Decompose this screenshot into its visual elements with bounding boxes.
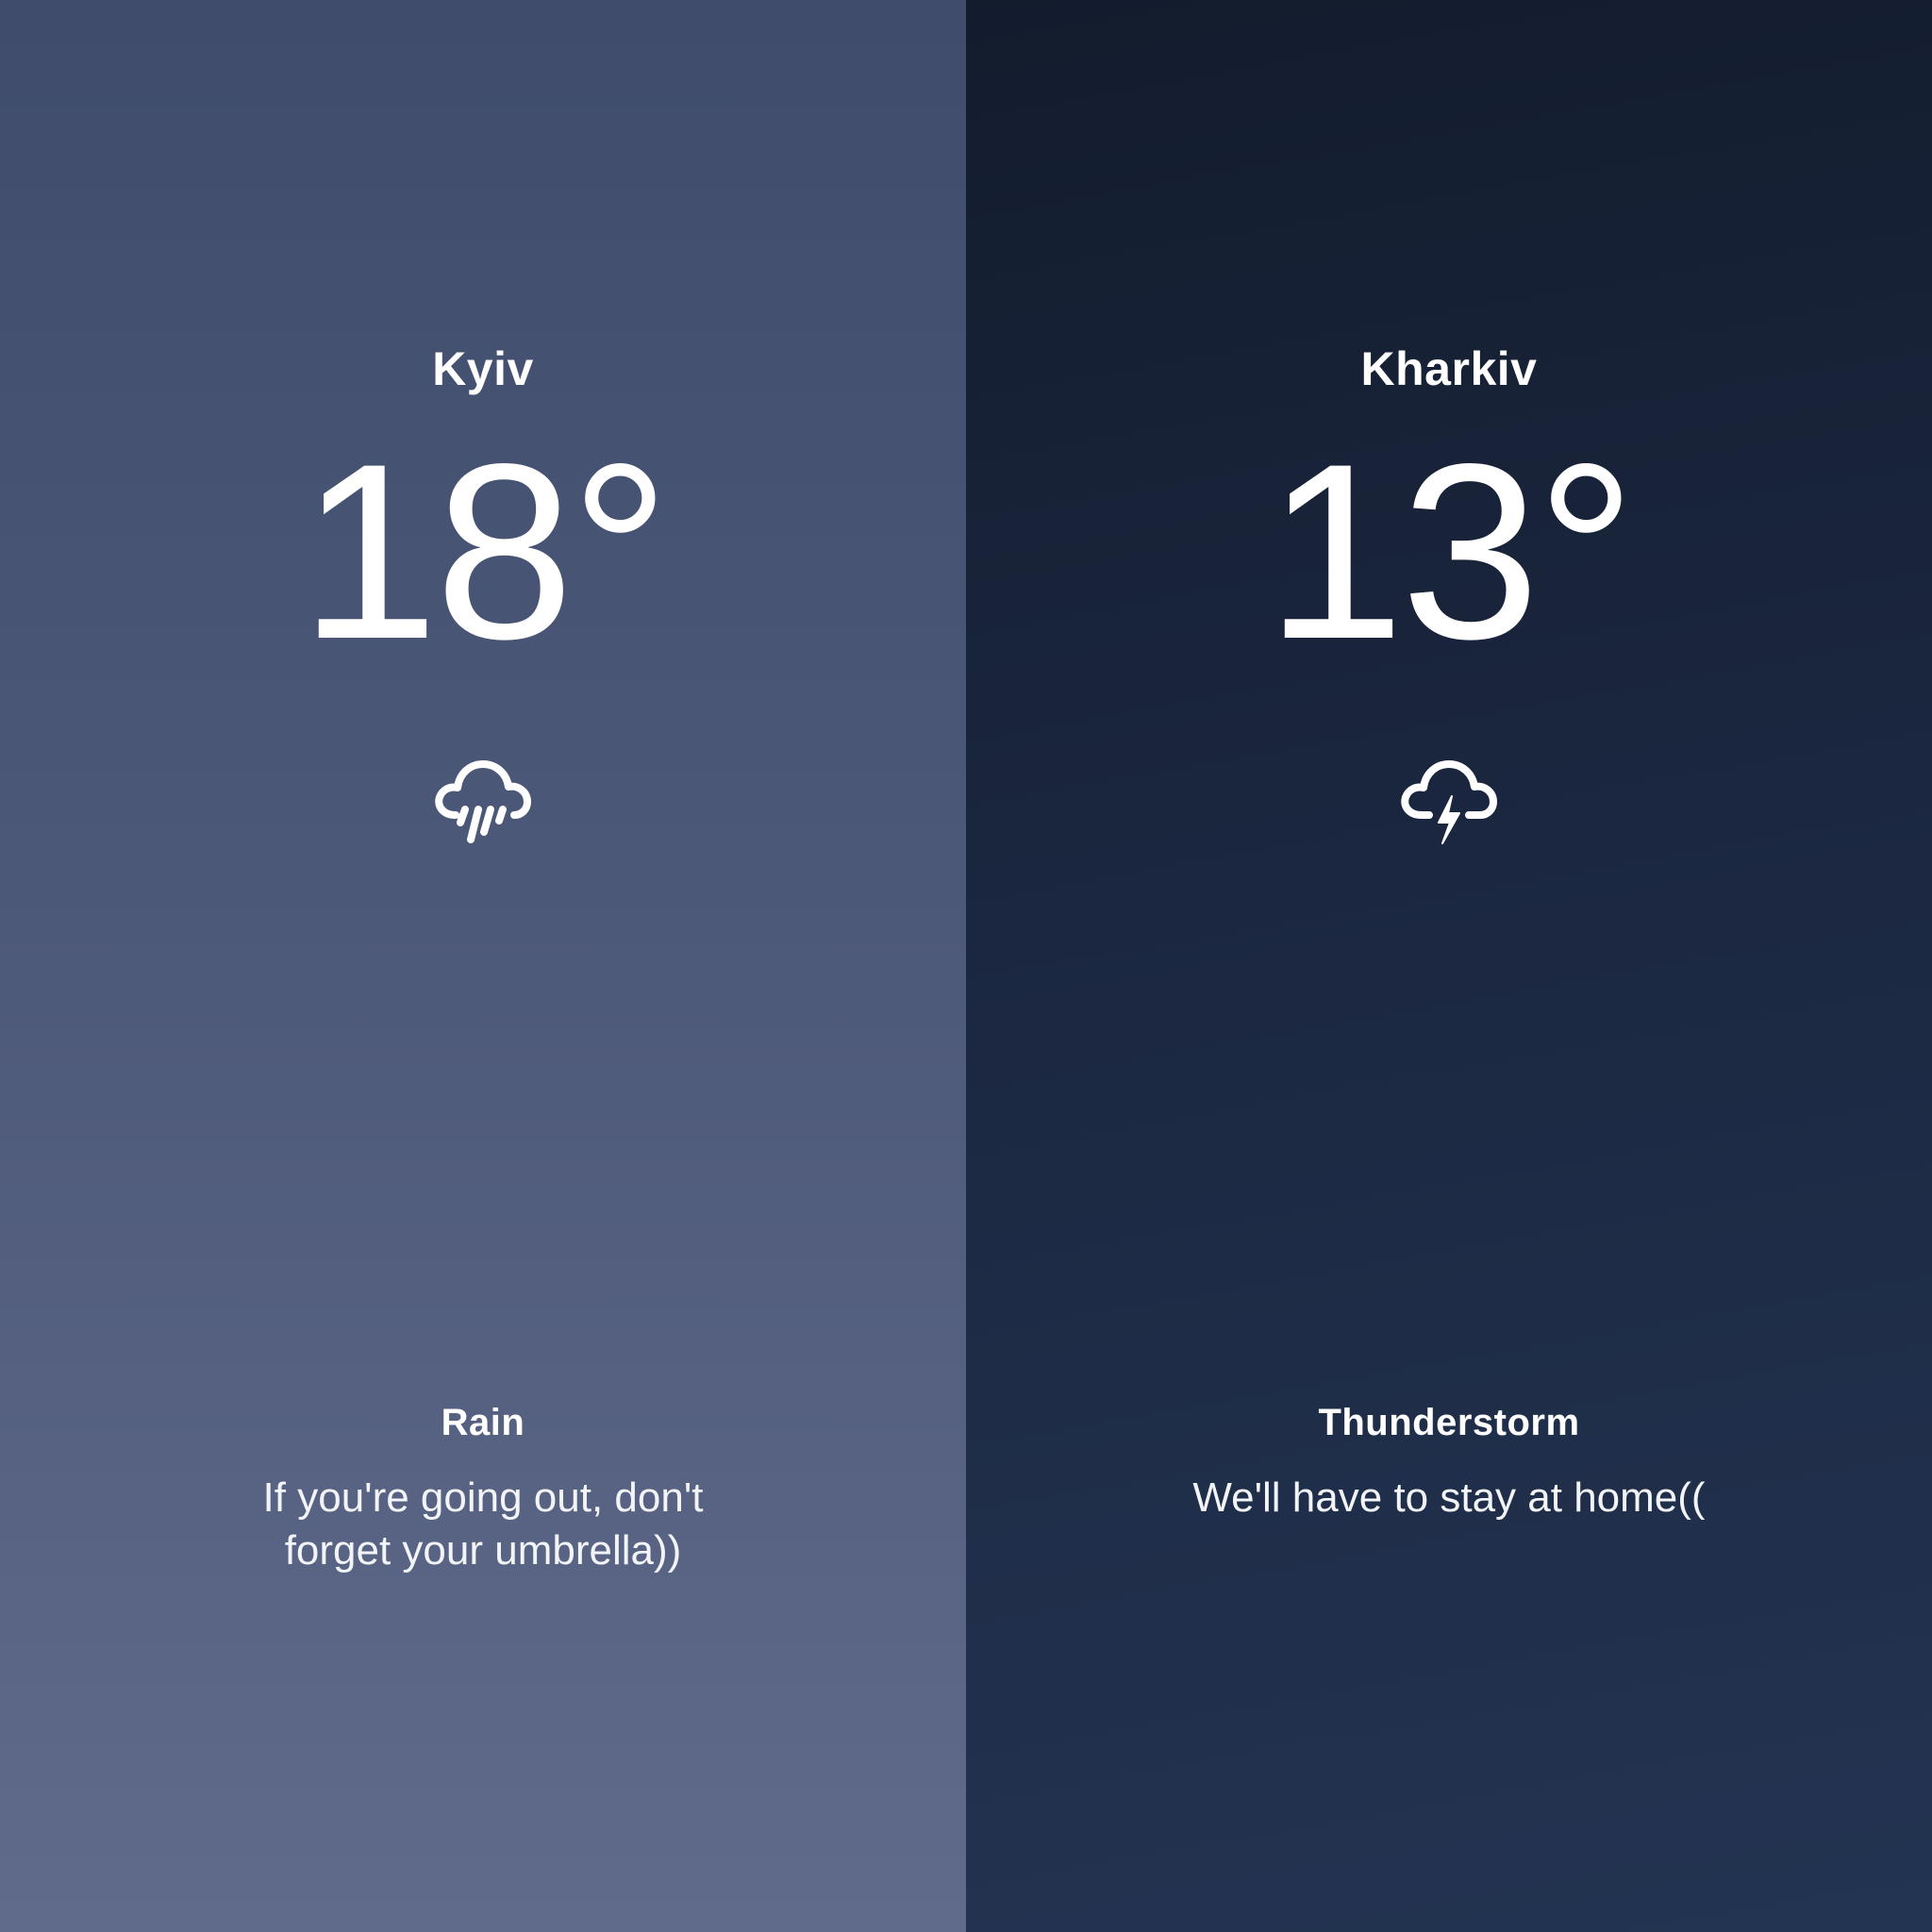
weather-message: If you're going out, don't forget your u… — [262, 1474, 704, 1574]
weather-screen: Kyiv 18° Rain If you're going out, don't… — [0, 0, 1932, 1932]
weather-card-kharkiv: Kharkiv 13° Thunderstorm We'll have to s… — [966, 0, 1932, 1932]
temperature: 13° — [1265, 412, 1637, 691]
temperature: 18° — [299, 412, 671, 691]
weather-message: We'll have to stay at home(( — [1192, 1474, 1706, 1521]
weather-condition: Rain — [441, 1402, 525, 1443]
cloud-rain-icon — [431, 755, 535, 849]
weather-condition: Thunderstorm — [1318, 1402, 1580, 1443]
city-name: Kharkiv — [1360, 342, 1538, 395]
weather-card-kyiv: Kyiv 18° Rain If you're going out, don't… — [0, 0, 966, 1932]
city-name: Kyiv — [432, 342, 534, 395]
cloud-lightning-icon — [1397, 755, 1501, 849]
